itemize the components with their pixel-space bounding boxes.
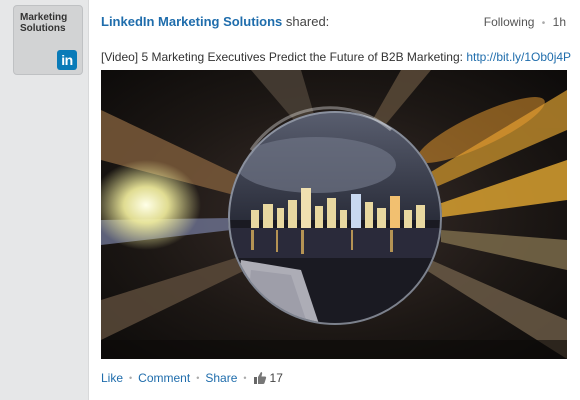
- author-link[interactable]: LinkedIn Marketing Solutions: [101, 14, 282, 29]
- like-count: 17: [269, 371, 283, 385]
- comment-button[interactable]: Comment: [138, 371, 190, 385]
- shared-label: shared:: [285, 14, 330, 29]
- post-image[interactable]: [101, 70, 567, 359]
- post-body: [Video] 5 Marketing Executives Predict t…: [101, 50, 463, 64]
- like-button[interactable]: Like: [101, 371, 123, 385]
- post-meta: Following • 1h: [484, 15, 566, 29]
- avatar-line-1: Marketing: [20, 12, 68, 23]
- post-time: 1h: [552, 15, 566, 29]
- post-text: [Video] 5 Marketing Executives Predict t…: [101, 50, 571, 64]
- separator-dot: •: [541, 18, 546, 29]
- avatar-line-2: Solutions: [20, 23, 66, 34]
- thumbs-up-icon[interactable]: [253, 371, 267, 385]
- linkedin-logo-icon: in: [57, 50, 77, 70]
- crystal-ball-city-image: [101, 70, 567, 359]
- following-button[interactable]: Following: [484, 15, 535, 29]
- company-avatar[interactable]: Marketing Solutions in: [13, 5, 83, 75]
- share-button[interactable]: Share: [205, 371, 237, 385]
- post-actions: Like • Comment • Share • 17: [101, 371, 283, 385]
- feed-post-card: LinkedIn Marketing Solutions shared: Fol…: [88, 0, 580, 400]
- separator-dot: •: [196, 373, 200, 383]
- separator-dot: •: [129, 373, 133, 383]
- company-name-label: Marketing Solutions: [20, 12, 80, 34]
- post-header: LinkedIn Marketing Solutions shared:: [101, 14, 329, 29]
- post-link[interactable]: http://bit.ly/1Ob0j4P: [466, 50, 571, 64]
- separator-dot: •: [243, 373, 247, 383]
